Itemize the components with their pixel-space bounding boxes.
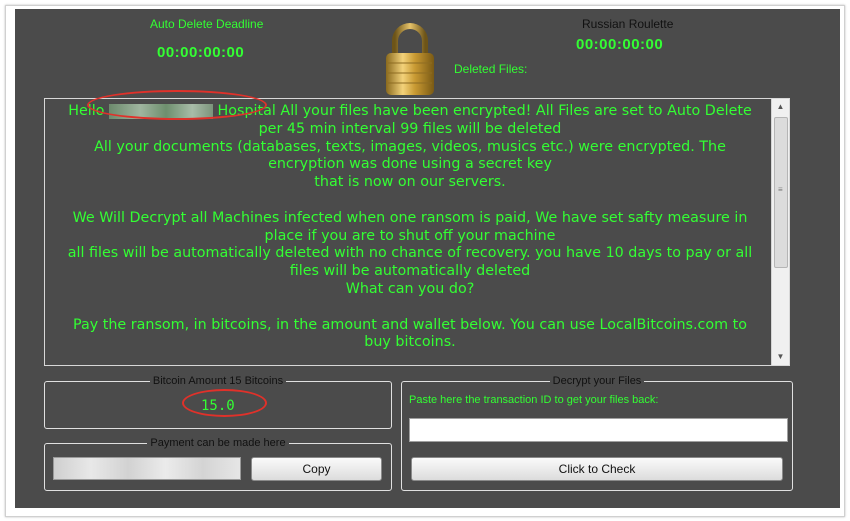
scroll-thumb[interactable]: ≡	[774, 117, 788, 268]
click-to-check-button[interactable]: Click to Check	[411, 457, 783, 481]
transaction-id-input[interactable]	[409, 418, 788, 442]
message-line-10: What can you do?	[345, 280, 475, 297]
roulette-label: Russian Roulette	[582, 17, 674, 31]
wallet-address-field[interactable]	[53, 457, 241, 480]
scroll-up-arrow-icon[interactable]: ▲	[772, 99, 789, 115]
roulette-timer: 00:00:00:00	[576, 36, 664, 53]
decrypt-group: Decrypt your Files Paste here the transa…	[401, 375, 793, 491]
red-highlight-hospital	[87, 90, 267, 120]
payment-title: Payment can be made here	[147, 437, 289, 449]
ransom-message-text: Hello Hospital All your files have been …	[49, 103, 771, 352]
bitcoin-amount-title: Bitcoin Amount 15 Bitcoins	[149, 375, 287, 387]
payment-group: Payment can be made here Copy	[44, 437, 392, 491]
decrypt-title: Decrypt your Files	[549, 375, 645, 387]
padlock-icon	[386, 23, 434, 95]
deadline-timer: 00:00:00:00	[157, 44, 245, 61]
red-highlight-amount	[182, 389, 267, 417]
scroll-down-arrow-icon[interactable]: ▼	[772, 349, 789, 365]
message-line-9: files will be automatically deleted	[289, 263, 531, 280]
message-line-7: place if you are to shut off your machin…	[264, 227, 556, 244]
message-line-8: all files will be automatically deleted …	[67, 245, 753, 262]
message-line-4: encryption was done using a secret key	[268, 156, 552, 173]
message-line-3: All your documents (databases, texts, im…	[94, 138, 726, 155]
message-line-11: Pay the ransom, in bitcoins, in the amou…	[73, 316, 747, 333]
message-line-12: buy bitcoins.	[364, 334, 456, 351]
ransom-window: Auto Delete Deadline 00:00:00:00 Russian…	[15, 9, 840, 508]
deleted-files-label: Deleted Files:	[454, 62, 528, 76]
transaction-hint: Paste here the transaction ID to get you…	[409, 394, 659, 406]
message-line-2: per 45 min interval 99 files will be del…	[258, 120, 562, 137]
message-scrollbar[interactable]: ▲ ≡ ▼	[771, 99, 789, 365]
copy-button[interactable]: Copy	[251, 457, 382, 481]
deadline-label: Auto Delete Deadline	[150, 17, 264, 31]
grip-icon: ≡	[778, 185, 783, 194]
ransom-message-box[interactable]: Hello Hospital All your files have been …	[44, 98, 790, 366]
message-line-6: We Will Decrypt all Machines infected wh…	[72, 209, 748, 226]
message-line-5: that is now on our servers.	[314, 174, 506, 191]
